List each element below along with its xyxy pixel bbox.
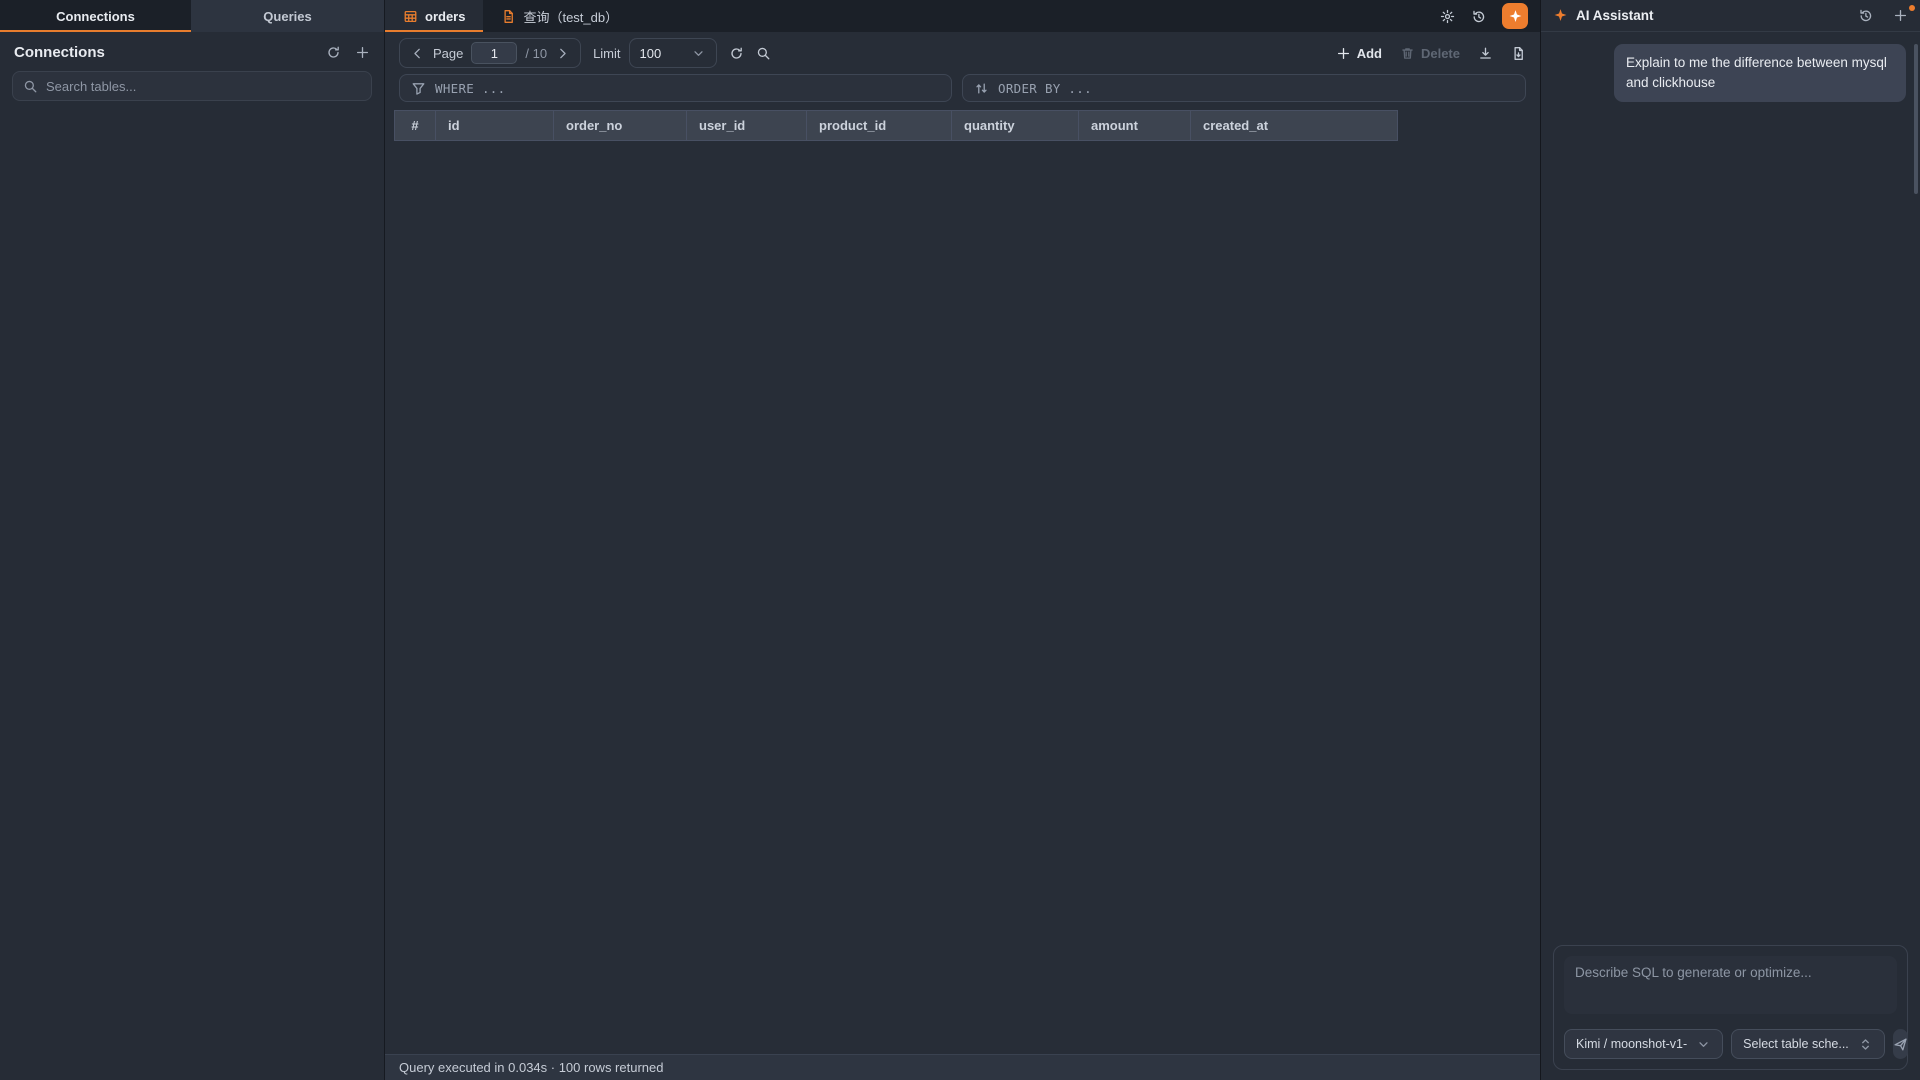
limit-label: Limit — [593, 46, 620, 61]
page-input-box — [471, 42, 517, 64]
tab-query-test-db[interactable]: 查询（test_db） — [483, 0, 636, 32]
column-header-product-id[interactable]: product_id — [807, 111, 952, 141]
sql-file-icon — [501, 9, 516, 24]
limit-value: 100 — [640, 46, 662, 61]
plus-icon — [1336, 46, 1351, 61]
filter-row: WHERE ... ORDER BY ... — [385, 74, 1540, 110]
header-row: # id order_no user_id product_id quantit… — [395, 111, 1398, 141]
order-by-filter-input[interactable]: ORDER BY ... — [962, 74, 1526, 102]
next-page-icon[interactable] — [555, 46, 570, 61]
row-actions: Add Delete — [1336, 46, 1526, 61]
column-header-index[interactable]: # — [395, 111, 436, 141]
limit-select[interactable]: 100 — [629, 38, 717, 68]
send-button[interactable] — [1893, 1029, 1908, 1059]
ai-header: AI Assistant — [1541, 0, 1920, 32]
model-selector-value: Kimi / moonshot-v1- — [1576, 1037, 1687, 1051]
tab-connections[interactable]: Connections — [0, 0, 191, 32]
ai-prompt-input[interactable] — [1564, 956, 1897, 1014]
column-header-user-id[interactable]: user_id — [687, 111, 807, 141]
search-icon — [23, 79, 38, 94]
column-header-amount[interactable]: amount — [1079, 111, 1191, 141]
schema-selector-value: Select table sche... — [1743, 1037, 1849, 1051]
ai-panel: AI Assistant Explain to me the differenc… — [1540, 0, 1920, 1080]
export-file-icon[interactable] — [1511, 46, 1526, 61]
search-results-icon[interactable] — [756, 46, 771, 61]
result-toolbar: Page / 10 Limit 100 Add — [385, 32, 1540, 74]
order-by-placeholder: ORDER BY ... — [998, 81, 1092, 96]
column-header-order-no[interactable]: order_no — [554, 111, 687, 141]
ai-panel-title: AI Assistant — [1576, 8, 1654, 23]
pagination: Page / 10 — [399, 38, 581, 68]
refresh-connections-icon[interactable] — [326, 45, 341, 60]
funnel-icon — [411, 81, 426, 96]
notification-dot — [1909, 5, 1915, 11]
chevron-up-down-icon — [1858, 1037, 1873, 1052]
chevron-down-icon — [1696, 1037, 1711, 1052]
column-header-quantity[interactable]: quantity — [952, 111, 1079, 141]
page-label: Page — [433, 46, 463, 61]
sidebar-title: Connections — [14, 44, 105, 61]
table-grid-icon — [403, 9, 418, 24]
result-grid: # id order_no user_id product_id quantit… — [385, 110, 1540, 1054]
tab-orders-label: orders — [425, 9, 465, 24]
tab-query-label: 查询（test_db） — [523, 7, 618, 26]
sort-arrows-icon — [974, 81, 989, 96]
page-total: / 10 — [525, 46, 547, 61]
sidebar: Connections Queries Connections — [0, 0, 385, 1080]
data-table: # id order_no user_id product_id quantit… — [394, 110, 1398, 141]
new-chat-icon[interactable] — [1893, 8, 1908, 23]
add-label: Add — [1357, 46, 1382, 61]
add-connection-icon[interactable] — [355, 45, 370, 60]
gear-icon[interactable] — [1440, 9, 1455, 24]
sidebar-header: Connections — [0, 32, 384, 69]
refresh-results-icon[interactable] — [729, 46, 744, 61]
query-status-text: Query executed in 0.034s · 100 rows retu… — [399, 1060, 663, 1075]
where-placeholder: WHERE ... — [435, 81, 505, 96]
delete-row-button[interactable]: Delete — [1400, 46, 1460, 61]
status-bar: Query executed in 0.034s · 100 rows retu… — [385, 1054, 1540, 1080]
download-icon[interactable] — [1478, 46, 1493, 61]
ai-scrollbar-thumb[interactable] — [1914, 44, 1918, 194]
chevron-down-icon — [691, 46, 706, 61]
model-selector[interactable]: Kimi / moonshot-v1- — [1564, 1029, 1723, 1059]
ai-chat-body: Explain to me the difference between mys… — [1541, 32, 1920, 945]
chat-history-icon[interactable] — [1858, 8, 1873, 23]
app-window: Connections Queries Connections orders 查… — [0, 0, 1920, 1080]
ai-input-card: Kimi / moonshot-v1- Select table sche... — [1553, 945, 1908, 1070]
history-icon[interactable] — [1471, 9, 1486, 24]
tab-orders[interactable]: orders — [385, 0, 483, 32]
connection-tree — [0, 111, 384, 1080]
ai-sparkle-icon — [1553, 8, 1568, 23]
trash-icon — [1400, 46, 1415, 61]
user-message: Explain to me the difference between mys… — [1614, 44, 1906, 102]
ai-assistant-button[interactable] — [1502, 3, 1528, 29]
table-search[interactable] — [12, 71, 372, 101]
page-input[interactable] — [472, 43, 516, 63]
schema-selector[interactable]: Select table sche... — [1731, 1029, 1885, 1059]
ai-input-controls: Kimi / moonshot-v1- Select table sche... — [1564, 1029, 1897, 1059]
delete-label: Delete — [1421, 46, 1460, 61]
main-panel: orders 查询（test_db） Page / 10 — [385, 0, 1540, 1080]
column-header-id[interactable]: id — [436, 111, 554, 141]
search-input[interactable] — [46, 79, 361, 94]
editor-tab-strip: orders 查询（test_db） — [385, 0, 1540, 32]
window-actions — [1440, 0, 1540, 32]
column-header-created-at[interactable]: created_at — [1191, 111, 1398, 141]
sidebar-tab-strip: Connections Queries — [0, 0, 384, 32]
where-filter-input[interactable]: WHERE ... — [399, 74, 952, 102]
send-plane-icon — [1893, 1037, 1908, 1052]
ai-sparkle-icon — [1508, 9, 1523, 24]
limit-control: Limit 100 — [593, 38, 716, 68]
prev-page-icon[interactable] — [410, 46, 425, 61]
tab-queries[interactable]: Queries — [191, 0, 384, 32]
add-row-button[interactable]: Add — [1336, 46, 1382, 61]
